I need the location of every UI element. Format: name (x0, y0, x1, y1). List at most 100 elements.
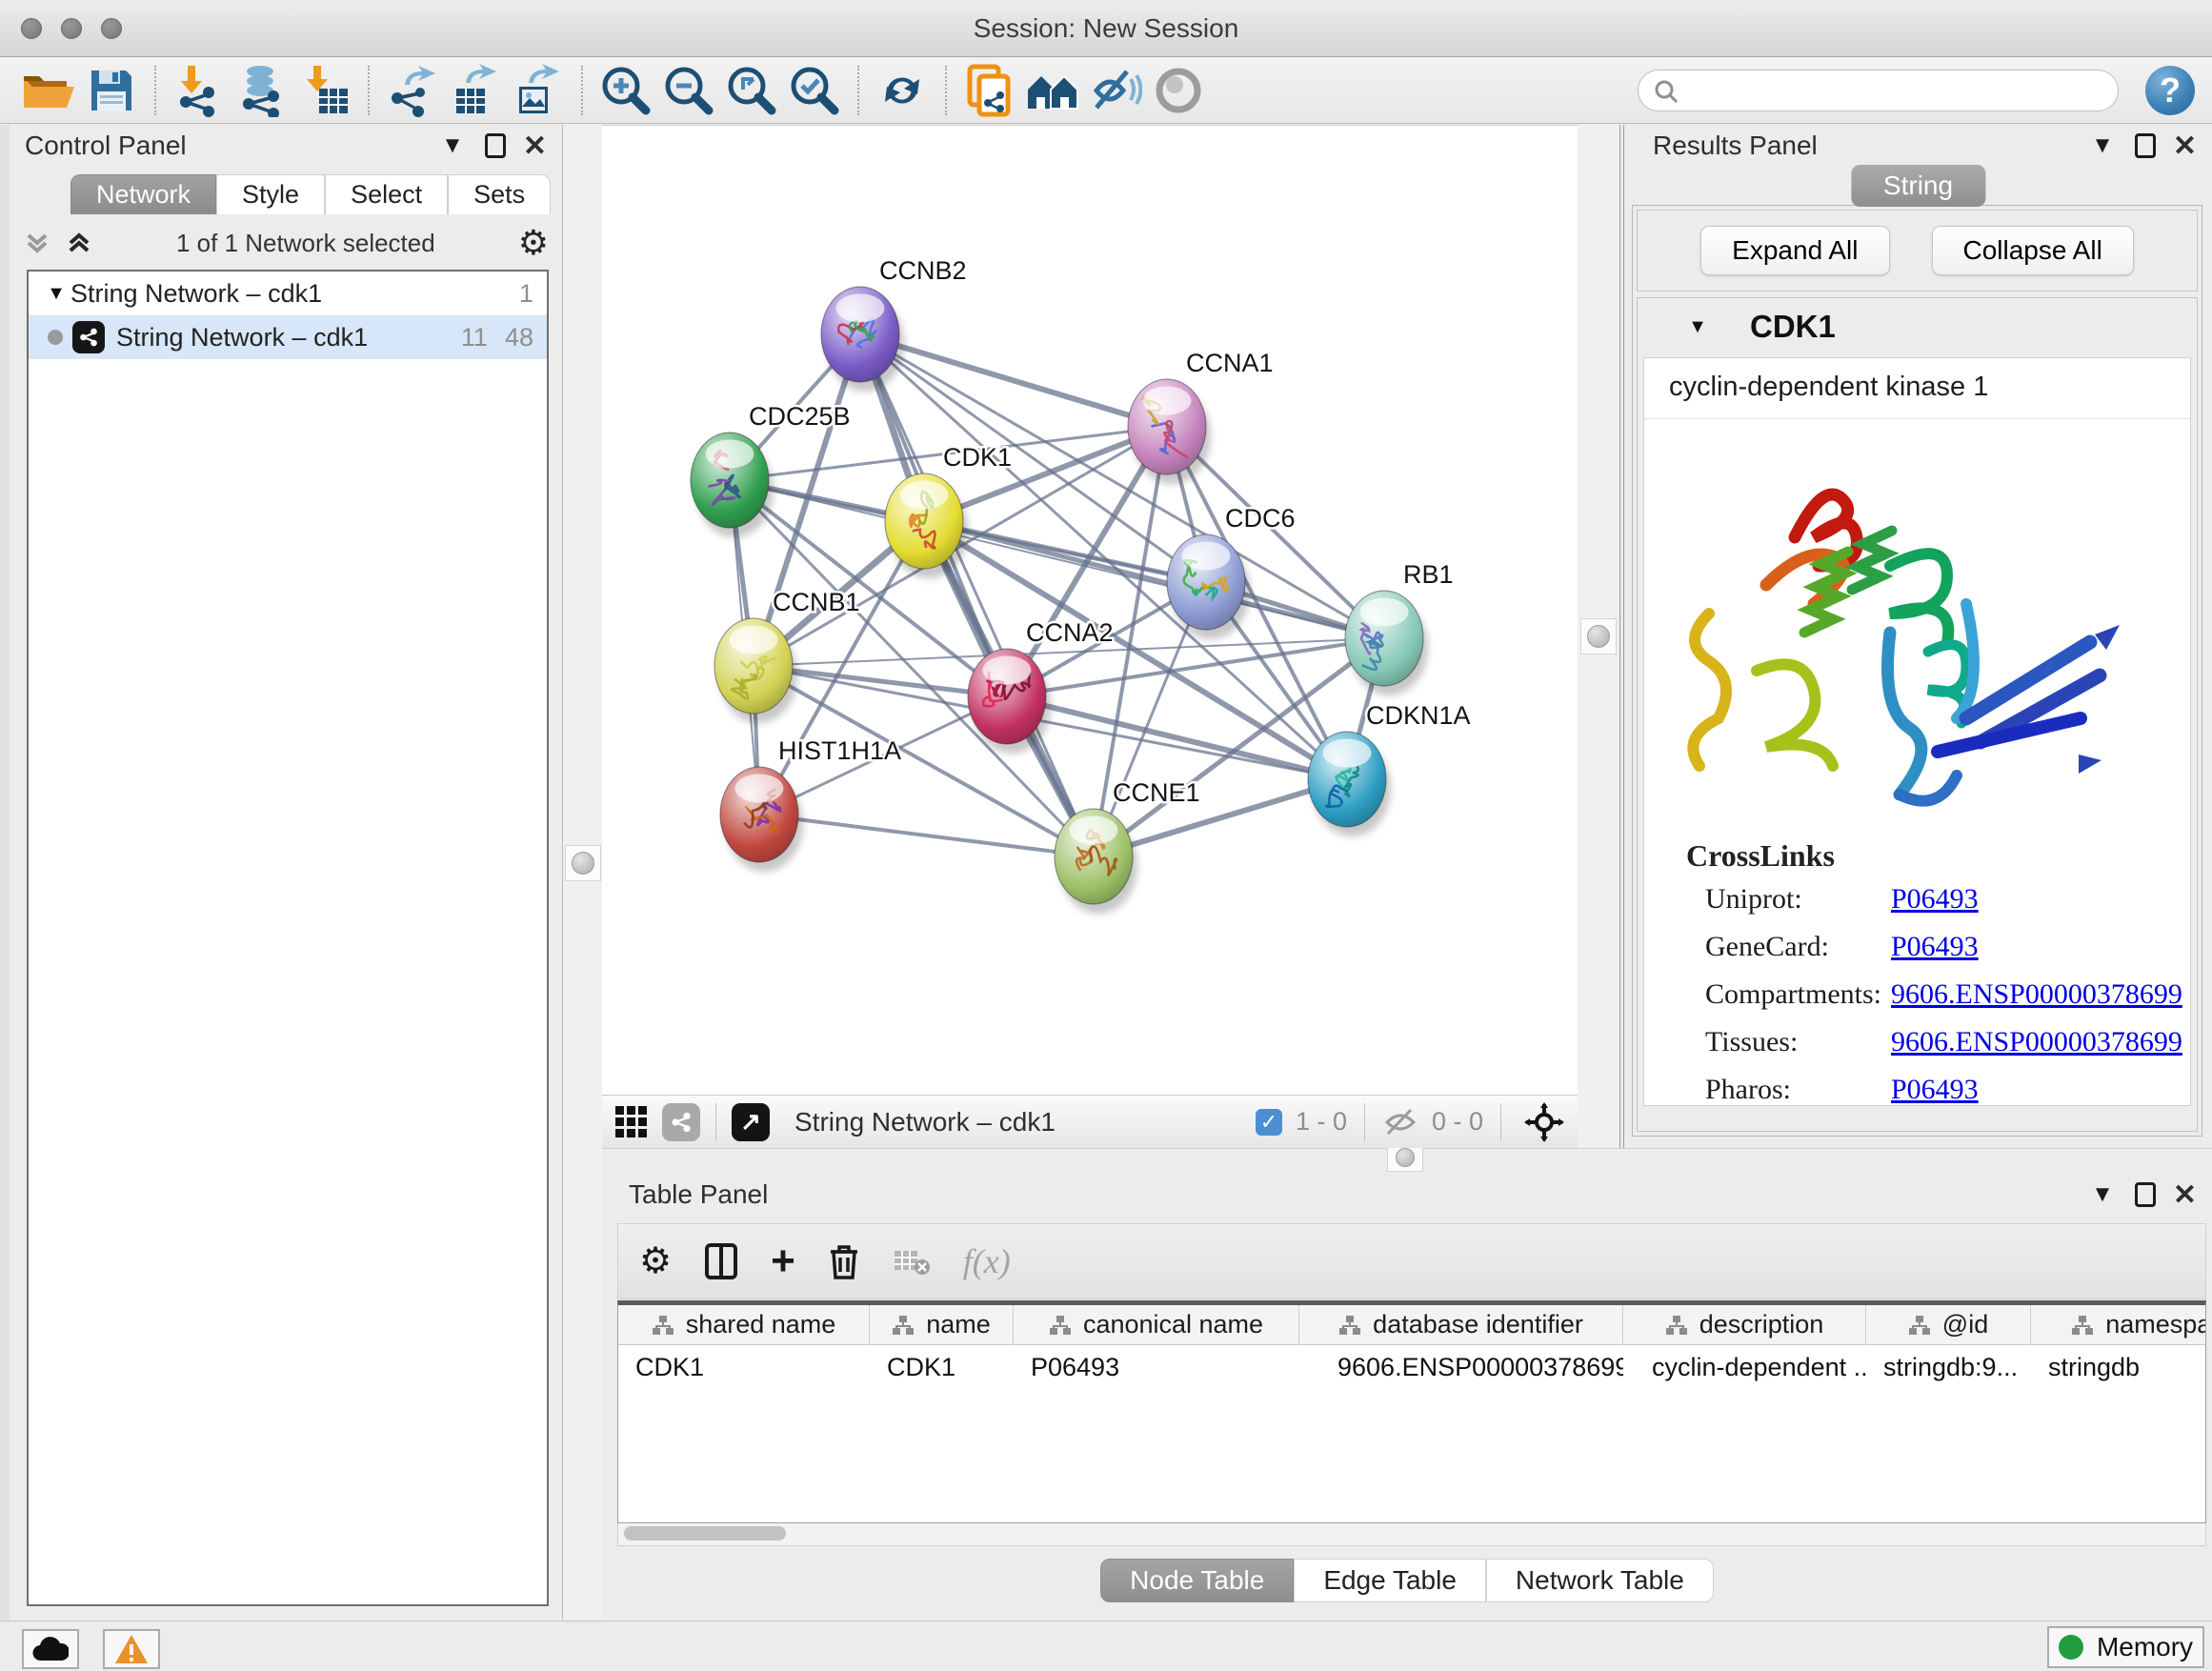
tab-select[interactable]: Select (325, 174, 448, 214)
network-graph[interactable]: CCNB2CCNA1CDC25BCDK1CDC6RB1CCNB1CCNA2CDK… (602, 126, 1578, 1096)
cloud-status-button[interactable] (22, 1629, 79, 1669)
tab-network-table[interactable]: Network Table (1486, 1559, 1714, 1602)
zoom-out-icon[interactable] (657, 62, 720, 119)
import-table-file-icon[interactable] (293, 62, 356, 119)
tab-string[interactable]: String (1851, 165, 1985, 207)
hidden-count: 0 - 0 (1432, 1107, 1483, 1137)
left-splitter-handle[interactable] (572, 852, 594, 875)
network-edge-count: 48 (505, 323, 533, 352)
panel-close-icon[interactable]: ✕ (2173, 130, 2197, 163)
tab-style[interactable]: Style (216, 174, 325, 214)
column-header[interactable]: name (870, 1305, 1014, 1344)
node-label: CCNA1 (1186, 349, 1274, 377)
detach-view-icon[interactable]: ↗ (732, 1103, 770, 1141)
column-header[interactable]: shared name (618, 1305, 870, 1344)
help-icon[interactable]: ? (2145, 66, 2195, 115)
function-builder-icon: f(x) (963, 1241, 1011, 1281)
crosslink-link[interactable]: P06493 (1891, 931, 1979, 963)
zoom-in-icon[interactable] (594, 62, 657, 119)
right-splitter-handle[interactable] (1587, 625, 1610, 648)
panel-menu-icon[interactable]: ▼ (2091, 1183, 2114, 1206)
expand-all-networks-icon[interactable] (65, 228, 93, 258)
collection-expand-icon[interactable]: ▼ (42, 283, 70, 305)
hidden-eye-icon (1382, 1106, 1418, 1138)
column-header[interactable]: @id (1866, 1305, 2031, 1344)
open-session-icon[interactable] (17, 62, 80, 119)
create-column-icon[interactable]: + (771, 1240, 795, 1282)
column-header[interactable]: description (1623, 1305, 1866, 1344)
node-label: CCNB1 (773, 588, 860, 616)
crosslink-link[interactable]: 9606.ENSP00000378699 (1891, 1026, 2182, 1058)
apply-layout-icon[interactable] (871, 62, 934, 119)
horizontal-splitter[interactable] (602, 1148, 2212, 1174)
show-columns-icon[interactable] (704, 1242, 738, 1280)
tab-node-table[interactable]: Node Table (1100, 1559, 1294, 1602)
table-row[interactable]: CDK1 CDK1 P06493 9606.ENSP00000378699 cy… (618, 1345, 2205, 1389)
open-session-file-icon[interactable] (958, 62, 1021, 119)
right-splitter[interactable] (1578, 125, 1619, 1148)
panel-float-icon[interactable] (2135, 133, 2156, 158)
collapse-all-button[interactable]: Collapse All (1932, 226, 2134, 275)
panel-close-icon[interactable]: ✕ (2173, 1178, 2197, 1212)
memory-status-icon (2059, 1635, 2083, 1660)
search-input[interactable] (1638, 70, 2119, 111)
crosslink-label: GeneCard: (1705, 931, 1891, 963)
column-header[interactable]: database identifier (1299, 1305, 1623, 1344)
delete-column-icon[interactable] (828, 1242, 860, 1280)
show-graphics-details-icon[interactable] (1147, 62, 1210, 119)
cell-canonical-name: P06493 (1014, 1353, 1299, 1382)
scrollbar-thumb[interactable] (624, 1526, 786, 1540)
cell-id: stringdb:9... (1866, 1353, 2031, 1382)
table-header-row: shared name name canonical name database… (618, 1305, 2205, 1345)
export-network-icon[interactable] (381, 62, 444, 119)
panel-menu-icon[interactable]: ▼ (2091, 134, 2114, 157)
table-options-gear-icon[interactable]: ⚙ (639, 1243, 672, 1279)
tab-sets[interactable]: Sets (448, 174, 551, 214)
expand-all-button[interactable]: Expand All (1700, 226, 1889, 275)
toolbar-separator (154, 66, 156, 115)
cell-name: CDK1 (870, 1353, 1014, 1382)
import-network-file-icon[interactable] (168, 62, 231, 119)
collapse-all-networks-icon[interactable] (23, 228, 51, 258)
gene-name: CDK1 (1750, 309, 1836, 345)
crosslink-link[interactable]: P06493 (1891, 1074, 1979, 1106)
table-tabs: Node Table Edge Table Network Table (602, 1559, 2212, 1602)
gene-collapse-icon[interactable]: ▼ (1683, 316, 1712, 338)
export-image-icon[interactable] (507, 62, 570, 119)
hide-selected-icon[interactable] (1084, 62, 1147, 119)
horizontal-splitter-handle[interactable] (1396, 1148, 1415, 1167)
crosslink-link[interactable]: P06493 (1891, 883, 1979, 916)
network-options-gear-icon[interactable]: ⚙ (518, 226, 549, 260)
export-table-icon[interactable] (444, 62, 507, 119)
network-view-title: String Network – cdk1 (794, 1107, 1056, 1137)
save-session-icon[interactable] (80, 62, 143, 119)
panel-float-icon[interactable] (2135, 1182, 2156, 1207)
panel-menu-icon[interactable]: ▼ (441, 134, 464, 157)
network-collection-row[interactable]: ▼ String Network – cdk1 1 (29, 272, 547, 315)
network-view-icon[interactable] (662, 1103, 700, 1141)
zoom-selected-icon[interactable] (783, 62, 846, 119)
warning-status-button[interactable] (103, 1629, 160, 1669)
tab-edge-table[interactable]: Edge Table (1294, 1559, 1486, 1602)
import-network-database-icon[interactable] (231, 62, 293, 119)
memory-button[interactable]: Memory (2047, 1626, 2204, 1668)
grid-view-icon[interactable] (615, 1106, 647, 1137)
gene-description: cyclin-dependent kinase 1 (1644, 358, 2190, 419)
crosslink-link[interactable]: 9606.ENSP00000378699 (1891, 978, 2182, 1011)
network-canvas[interactable]: CCNB2CCNA1CDC25BCDK1CDC6RB1CCNB1CCNA2CDK… (602, 125, 1578, 1095)
panel-close-icon[interactable]: ✕ (523, 130, 547, 163)
table-horizontal-scrollbar[interactable] (617, 1523, 2206, 1546)
selected-nodes-checkbox-icon[interactable]: ✓ (1256, 1109, 1282, 1136)
panel-float-icon[interactable] (485, 133, 506, 158)
zoom-fit-icon[interactable] (720, 62, 783, 119)
column-header[interactable]: namespace (2031, 1305, 2206, 1344)
birds-eye-crosshair-icon[interactable] (1524, 1102, 1564, 1142)
tab-network[interactable]: Network (70, 174, 216, 214)
show-all-networks-icon[interactable] (1021, 62, 1084, 119)
network-row[interactable]: String Network – cdk1 11 48 (29, 315, 547, 359)
node-table[interactable]: shared name name canonical name database… (617, 1300, 2206, 1523)
node-label: CCNE1 (1113, 778, 1200, 807)
column-header[interactable]: canonical name (1014, 1305, 1299, 1344)
crosslink-label: Pharos: (1705, 1074, 1891, 1106)
left-splitter[interactable] (562, 125, 602, 1620)
